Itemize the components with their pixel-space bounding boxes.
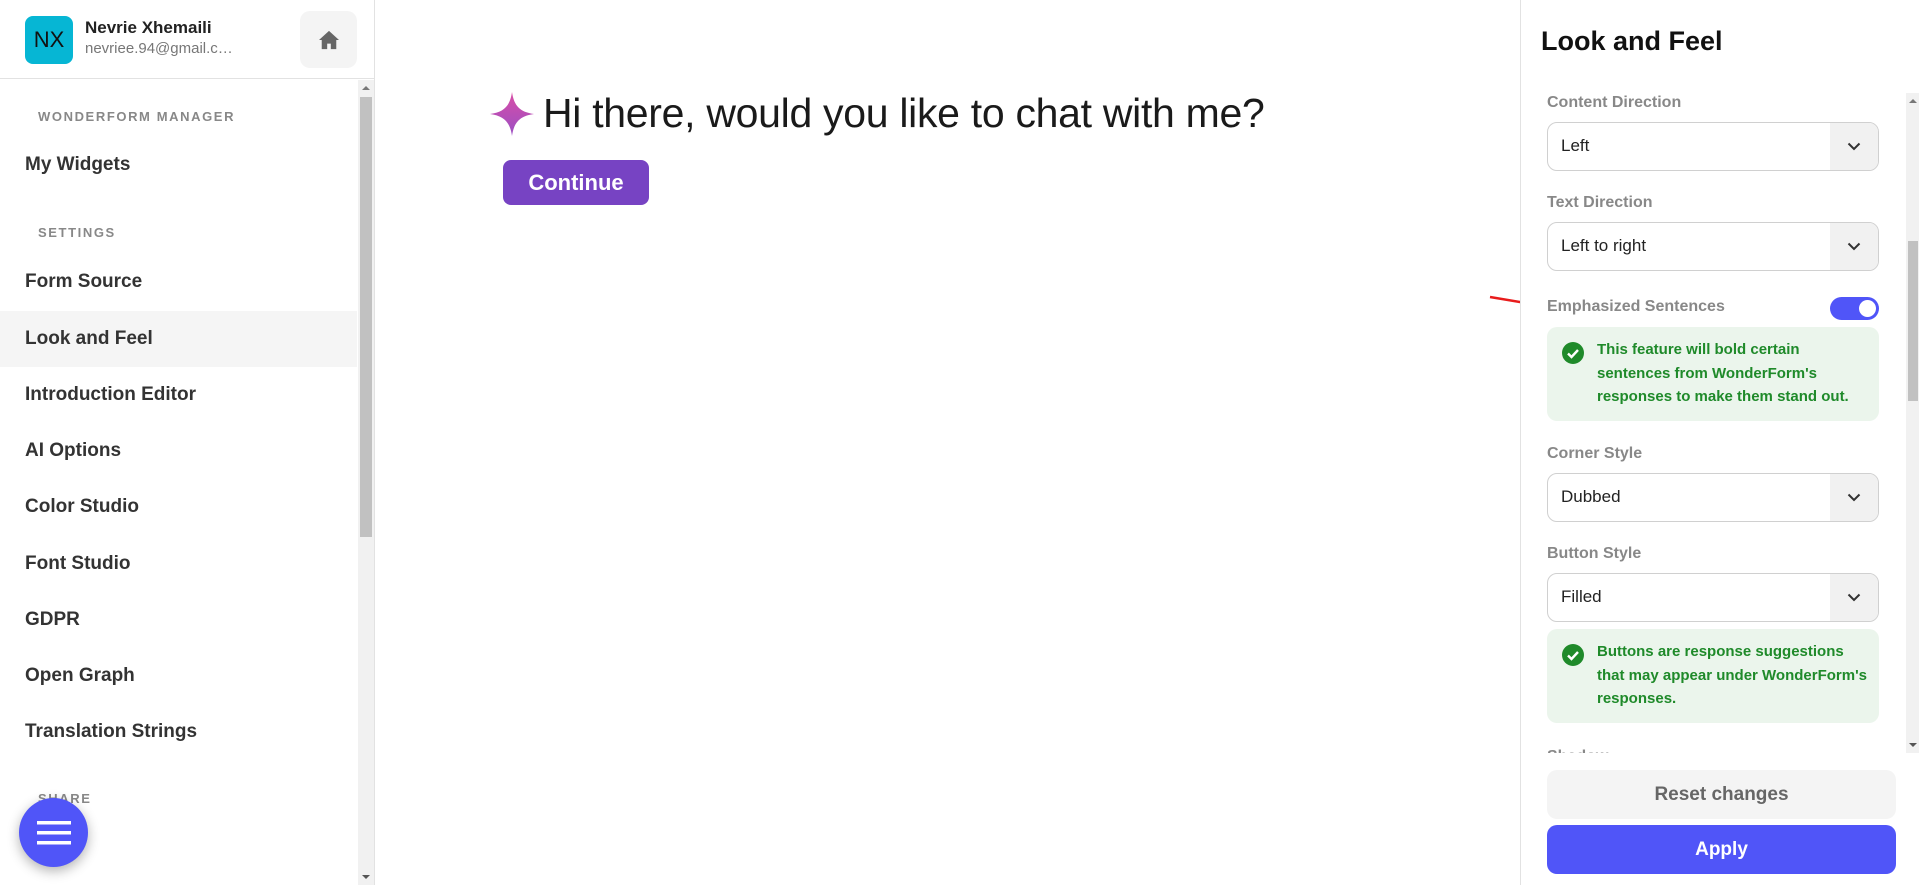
panel-scrollbar-thumb[interactable]	[1908, 241, 1918, 401]
profile-header: NX Nevrie Xhemaili nevriee.94@gmail.com	[0, 0, 375, 79]
scroll-down-arrow-icon[interactable]	[362, 875, 370, 879]
sidebar-item-translation-strings[interactable]: Translation Strings	[0, 704, 357, 760]
button-style-value: Filled	[1561, 587, 1602, 606]
sidebar-item-open-graph[interactable]: Open Graph	[0, 648, 357, 704]
text-direction-select[interactable]: Left to right	[1547, 222, 1879, 271]
sidebar-item-label: Color Studio	[25, 496, 139, 517]
shadow-label: Shadow	[1547, 748, 1608, 753]
corner-style-value: Dubbed	[1561, 487, 1621, 506]
chevron-down-icon	[1847, 493, 1861, 502]
sidebar-item-introduction-editor[interactable]: Introduction Editor	[0, 367, 357, 423]
sidebar-item-label: AI Options	[25, 440, 122, 461]
button-style-label: Button Style	[1547, 545, 1642, 562]
content-direction-value: Left	[1561, 136, 1590, 155]
panel-title: Look and Feel	[1541, 26, 1723, 56]
sidebar-item-label: Translation Strings	[25, 721, 198, 742]
sidebar-item-color-studio[interactable]: Color Studio	[0, 479, 357, 535]
sidebar-item-my-widgets[interactable]: My Widgets	[0, 137, 357, 193]
button-style-info-text: Buttons are response suggestions that ma…	[1597, 643, 1868, 707]
sidebar-item-label: GDPR	[25, 609, 80, 630]
check-circle-icon	[1562, 342, 1584, 364]
avatar[interactable]: NX	[25, 16, 73, 64]
chevron-down-icon	[1847, 142, 1861, 151]
content-direction-select[interactable]: Left	[1547, 122, 1879, 171]
corner-style-select[interactable]: Dubbed	[1547, 473, 1879, 522]
panel-scrollbar[interactable]	[1906, 93, 1919, 753]
section-title-wonderform-manager: WONDERFORM MANAGER	[38, 109, 236, 124]
continue-button[interactable]: Continue	[503, 160, 649, 205]
sidebar-nav: WONDERFORM MANAGER My Widgets SETTINGS F…	[0, 80, 357, 885]
hamburger-menu-icon	[36, 820, 71, 844]
scroll-up-arrow-icon[interactable]	[362, 86, 370, 90]
user-name: Nevrie Xhemaili	[85, 18, 212, 37]
sidebar-item-font-studio[interactable]: Font Studio	[0, 536, 357, 592]
button-style-select[interactable]: Filled	[1547, 573, 1879, 622]
content-direction-label: Content Direction	[1547, 94, 1682, 111]
home-icon	[318, 30, 339, 49]
chevron-down-icon	[1847, 242, 1861, 251]
scroll-up-arrow-icon[interactable]	[1909, 99, 1917, 103]
corner-style-label: Corner Style	[1547, 445, 1643, 462]
settings-scroll-area: Content Direction Left Text Direction Le…	[1521, 93, 1901, 753]
sidebar-item-label: Form Source	[25, 271, 143, 292]
text-direction-value: Left to right	[1561, 236, 1647, 255]
text-direction-label: Text Direction	[1547, 194, 1653, 211]
sidebar-item-gdpr[interactable]: GDPR	[0, 592, 357, 648]
sidebar-item-label: Font Studio	[25, 553, 131, 574]
emphasized-sentences-toggle[interactable]	[1830, 297, 1879, 320]
sidebar-item-ai-options[interactable]: AI Options	[0, 423, 357, 479]
greeting: Hi there, would you like to chat with me…	[489, 90, 1265, 137]
button-style-info: Buttons are response suggestions that ma…	[1547, 629, 1879, 723]
sparkle-icon	[490, 91, 534, 136]
sidebar-item-label: Open Graph	[25, 665, 135, 686]
scroll-down-arrow-icon[interactable]	[1909, 743, 1917, 747]
emphasized-sentences-label: Emphasized Sentences	[1547, 298, 1725, 315]
toggle-knob	[1859, 300, 1876, 317]
sidebar-item-label: Introduction Editor	[25, 384, 196, 405]
section-title-settings: SETTINGS	[38, 225, 116, 240]
sidebar-item-label: Look and Feel	[25, 328, 153, 349]
check-circle-icon	[1562, 644, 1584, 666]
emphasized-sentences-info-text: This feature will bold certain sentences…	[1597, 341, 1849, 405]
sidebar-item-label: My Widgets	[25, 154, 131, 175]
emphasized-sentences-info: This feature will bold certain sentences…	[1547, 327, 1879, 421]
sidebar: NX Nevrie Xhemaili nevriee.94@gmail.com …	[0, 0, 375, 885]
user-email: nevriee.94@gmail.com	[85, 40, 235, 57]
sidebar-item-form-source[interactable]: Form Source	[0, 254, 357, 310]
home-button[interactable]	[300, 11, 357, 68]
sidebar-scrollbar-thumb[interactable]	[360, 97, 372, 537]
greeting-text: Hi there, would you like to chat with me…	[543, 90, 1265, 136]
apply-button[interactable]: Apply	[1547, 825, 1896, 874]
sidebar-item-look-and-feel[interactable]: Look and Feel	[0, 311, 357, 367]
widget-preview: Hi there, would you like to chat with me…	[376, 0, 1519, 885]
reset-changes-button[interactable]: Reset changes	[1547, 770, 1896, 819]
menu-fab-button[interactable]	[19, 798, 88, 867]
sidebar-scrollbar[interactable]	[358, 80, 374, 885]
chevron-down-icon	[1847, 593, 1861, 602]
settings-panel: Look and Feel Content Direction Left Tex…	[1520, 0, 1919, 885]
